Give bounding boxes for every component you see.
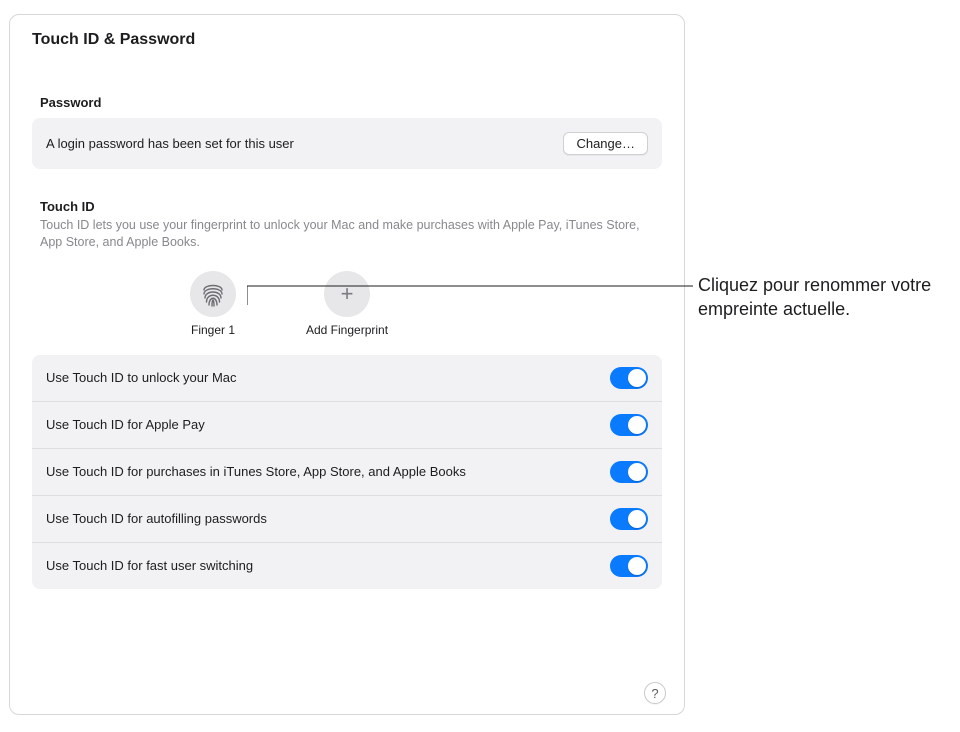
toggle-purchases[interactable] [610,461,648,483]
toggle-autofill[interactable] [610,508,648,530]
option-label: Use Touch ID for fast user switching [46,557,253,575]
option-label: Use Touch ID for Apple Pay [46,416,205,434]
fingerprint-label-1: Finger 1 [191,323,235,337]
option-label: Use Touch ID for autofilling passwords [46,510,267,528]
touchid-title: Touch ID [40,199,662,214]
add-fingerprint-button[interactable]: + Add Fingerprint [306,271,388,337]
settings-panel: Touch ID & Password Password A login pas… [9,14,685,715]
plus-icon: + [324,271,370,317]
password-row: A login password has been set for this u… [32,118,662,169]
touchid-section: Touch ID Touch ID lets you use your fing… [32,199,662,589]
change-password-button[interactable]: Change… [563,132,648,155]
password-section-label: Password [40,95,662,110]
option-apple-pay: Use Touch ID for Apple Pay [32,402,662,449]
toggle-unlock-mac[interactable] [610,367,648,389]
callout-text: Cliquez pour renommer votre empreinte ac… [698,273,938,322]
option-fast-user-switching: Use Touch ID for fast user switching [32,543,662,589]
option-label: Use Touch ID to unlock your Mac [46,369,237,387]
toggle-apple-pay[interactable] [610,414,648,436]
password-desc: A login password has been set for this u… [46,136,294,151]
fingerprints-row: Finger 1 + Add Fingerprint [190,271,662,337]
page-title: Touch ID & Password [32,31,662,49]
add-fingerprint-label: Add Fingerprint [306,323,388,337]
fingerprint-icon [190,271,236,317]
option-autofill: Use Touch ID for autofilling passwords [32,496,662,543]
touchid-subtitle: Touch ID lets you use your fingerprint t… [40,217,650,251]
toggle-fast-user-switching[interactable] [610,555,648,577]
option-unlock-mac: Use Touch ID to unlock your Mac [32,355,662,402]
option-purchases: Use Touch ID for purchases in iTunes Sto… [32,449,662,496]
touchid-options-list: Use Touch ID to unlock your Mac Use Touc… [32,355,662,589]
help-button[interactable]: ? [644,682,666,704]
fingerprint-item-1[interactable]: Finger 1 [190,271,236,337]
option-label: Use Touch ID for purchases in iTunes Sto… [46,463,466,481]
